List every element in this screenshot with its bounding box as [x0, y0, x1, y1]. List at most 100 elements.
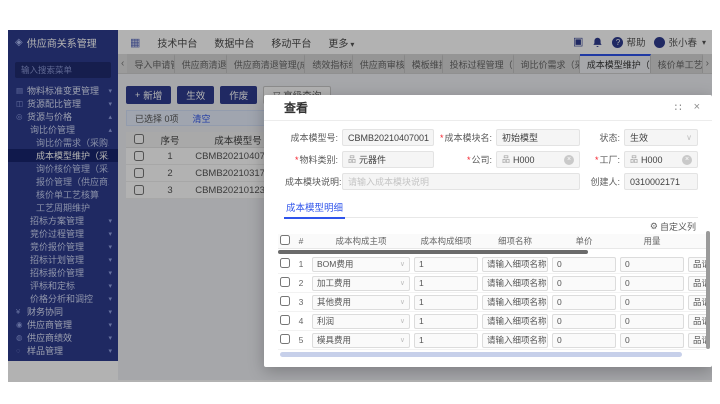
- field-label: 成本模块说明:: [285, 177, 342, 187]
- required-mark: *: [595, 155, 599, 165]
- vertical-scrollbar[interactable]: [706, 231, 710, 349]
- detail-table-row: 1 BOM费用∨ 1 请输入细项名称 0 0 品请点击: [278, 255, 706, 274]
- org-tree-icon: 品: [693, 296, 702, 308]
- chevron-down-icon: ∨: [400, 298, 405, 306]
- cost-model-form: 成本模型号: CBMB20210407001 *成本模块名: 初始模型 状态: …: [284, 129, 708, 190]
- org-tree-icon: 品: [630, 154, 638, 165]
- field-company: *公司: 品H000×: [438, 151, 580, 168]
- detail-table-row: 4 利润∨ 1 请输入细项名称 0 0 品请点击: [278, 312, 706, 331]
- clear-icon[interactable]: ×: [682, 155, 692, 165]
- field-module-desc: 成本模块说明: 请输入成本模块说明: [284, 173, 580, 190]
- unit-price-input[interactable]: 0: [552, 333, 616, 348]
- org-tree-icon: 品: [693, 277, 702, 289]
- modal-header: 查看 ∷ ×: [264, 95, 712, 121]
- row-checkbox[interactable]: [278, 331, 292, 349]
- company-picker[interactable]: 品H000×: [496, 151, 580, 168]
- unit-price-input[interactable]: 0: [552, 314, 616, 329]
- header-scrollbar[interactable]: [278, 250, 706, 254]
- gear-icon: ⚙: [650, 221, 658, 232]
- tab-cost-model-detail[interactable]: 成本模型明细: [284, 197, 345, 219]
- org-tree-icon: 品: [693, 315, 702, 327]
- module-desc-input[interactable]: 请输入成本模块说明: [342, 173, 580, 190]
- creator-input[interactable]: 0310002171: [624, 173, 698, 190]
- model-no-input[interactable]: CBMB20210407001: [342, 129, 434, 146]
- material-picker[interactable]: 品请点击: [688, 333, 706, 348]
- main-item-select[interactable]: 加工费用∨: [312, 276, 410, 291]
- required-mark: *: [295, 155, 299, 165]
- sub-item-input[interactable]: 1: [414, 295, 478, 310]
- material-picker[interactable]: 品请点击: [688, 276, 706, 291]
- main-item-select[interactable]: 模具费用∨: [312, 333, 410, 348]
- field-factory: *工厂: 品H000×: [584, 151, 698, 168]
- field-label: 公司:: [471, 155, 492, 165]
- chevron-down-icon: ∨: [400, 336, 405, 344]
- required-mark: *: [440, 133, 444, 143]
- detail-table-body: 1 BOM费用∨ 1 请输入细项名称 0 0 品请点击 2 加工费用∨: [278, 255, 706, 350]
- field-module-name: *成本模块名: 初始模型: [438, 129, 580, 146]
- item-name-input[interactable]: 请输入细项名称: [482, 333, 548, 348]
- row-checkbox[interactable]: [278, 274, 292, 292]
- main-item-select[interactable]: BOM费用∨: [312, 257, 410, 272]
- row-checkbox[interactable]: [278, 255, 292, 273]
- row-checkbox[interactable]: [278, 312, 292, 330]
- detail-table-row: 3 其他费用∨ 1 请输入细项名称 0 0 品请点击: [278, 293, 706, 312]
- horizontal-scrollbar[interactable]: [278, 352, 706, 357]
- module-name-input[interactable]: 初始模型: [496, 129, 580, 146]
- detail-table-header: # 成本构成主项 成本构成细项 细项名称 单价 用量: [278, 234, 706, 249]
- quantity-input[interactable]: 0: [620, 314, 684, 329]
- sub-item-input[interactable]: 1: [414, 276, 478, 291]
- material-picker[interactable]: 品请点击: [688, 314, 706, 329]
- org-tree-icon: 品: [348, 154, 356, 165]
- clear-icon[interactable]: ×: [564, 155, 574, 165]
- item-name-input[interactable]: 请输入细项名称: [482, 295, 548, 310]
- expand-icon[interactable]: ∷: [675, 101, 682, 114]
- required-mark: *: [467, 155, 471, 165]
- item-name-input[interactable]: 请输入细项名称: [482, 314, 548, 329]
- row-checkbox[interactable]: [278, 293, 292, 311]
- field-label: 成本模型号:: [290, 133, 338, 143]
- sub-item-input[interactable]: 1: [414, 314, 478, 329]
- org-tree-icon: 品: [693, 334, 702, 346]
- unit-price-input[interactable]: 0: [552, 276, 616, 291]
- select-all-checkbox[interactable]: [278, 235, 292, 247]
- detail-table: # 成本构成主项 成本构成细项 细项名称 单价 用量 1 BOM费用∨: [278, 234, 706, 357]
- chevron-down-icon: ∨: [400, 279, 405, 287]
- chevron-down-icon: ∨: [400, 317, 405, 325]
- chevron-down-icon: ∨: [686, 133, 692, 142]
- quantity-input[interactable]: 0: [620, 333, 684, 348]
- item-name-input[interactable]: 请输入细项名称: [482, 276, 548, 291]
- sub-item-input[interactable]: 1: [414, 333, 478, 348]
- sub-item-input[interactable]: 1: [414, 257, 478, 272]
- field-label: 物料类别:: [299, 155, 338, 165]
- unit-price-input[interactable]: 0: [552, 257, 616, 272]
- material-picker[interactable]: 品请点击: [688, 295, 706, 310]
- org-tree-icon: 品: [502, 154, 510, 165]
- close-icon[interactable]: ×: [694, 101, 700, 114]
- field-label: 工厂:: [599, 155, 620, 165]
- material-type-picker[interactable]: 品元器件: [342, 151, 434, 168]
- field-label: 成本模块名:: [444, 133, 492, 143]
- detail-table-row: 5 模具费用∨ 1 请输入细项名称 0 0 品请点击: [278, 331, 706, 350]
- item-name-input[interactable]: 请输入细项名称: [482, 257, 548, 272]
- chevron-down-icon: ∨: [400, 260, 405, 268]
- customize-columns-link[interactable]: ⚙ 自定义列: [278, 219, 708, 234]
- org-tree-icon: 品: [693, 258, 702, 270]
- detail-tabs: 成本模型明细: [284, 197, 698, 218]
- material-picker[interactable]: 品请点击: [688, 257, 706, 272]
- status-select[interactable]: 生效∨: [624, 129, 698, 146]
- quantity-input[interactable]: 0: [620, 257, 684, 272]
- unit-price-input[interactable]: 0: [552, 295, 616, 310]
- quantity-input[interactable]: 0: [620, 276, 684, 291]
- field-status: 状态: 生效∨: [584, 129, 698, 146]
- view-modal: 查看 ∷ × 成本模型号: CBMB20210407001 *成本模块名: 初始…: [264, 95, 712, 367]
- main-item-select[interactable]: 其他费用∨: [312, 295, 410, 310]
- field-creator: 创建人: 0310002171: [584, 173, 698, 190]
- field-label: 创建人:: [590, 177, 620, 187]
- field-model-no: 成本模型号: CBMB20210407001: [284, 129, 434, 146]
- detail-table-row: 2 加工费用∨ 1 请输入细项名称 0 0 品请点击: [278, 274, 706, 293]
- quantity-input[interactable]: 0: [620, 295, 684, 310]
- factory-picker[interactable]: 品H000×: [624, 151, 698, 168]
- modal-title: 查看: [284, 99, 308, 116]
- field-label: 状态:: [599, 133, 620, 143]
- main-item-select[interactable]: 利润∨: [312, 314, 410, 329]
